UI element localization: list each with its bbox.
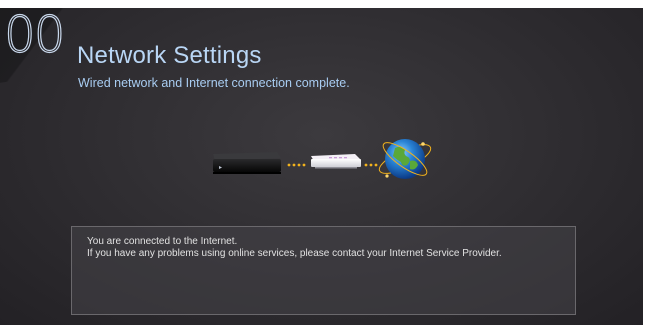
page-subtitle: Wired network and Internet connection co… [78, 76, 350, 90]
page-title: Network Settings [77, 42, 262, 69]
info-message-box: You are connected to the Internet. If yo… [71, 226, 576, 315]
connection-diagram: ▸ [213, 139, 432, 179]
globe-icon [378, 139, 432, 179]
svg-text:▸: ▸ [219, 164, 222, 171]
support-hint-text: If you have any problems using online se… [87, 248, 502, 259]
router-icon [311, 154, 361, 169]
connection-dots-right [364, 163, 378, 167]
connection-dots-left [287, 163, 306, 167]
step-number: 00 [3, 8, 66, 64]
tv-screen: 00 Network Settings Wired network and In… [0, 8, 643, 325]
tv-device-icon: ▸ [213, 152, 281, 174]
connection-status-text: You are connected to the Internet. [87, 236, 238, 247]
